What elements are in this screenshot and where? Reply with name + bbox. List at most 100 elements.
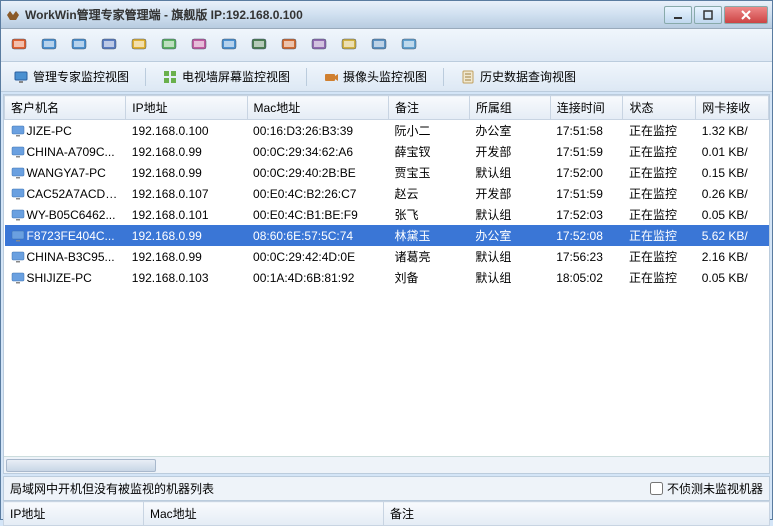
- cell-net: 5.62 KB/: [696, 225, 769, 246]
- scrollbar-thumb[interactable]: [6, 459, 156, 472]
- tab-label: 历史数据查询视图: [480, 68, 576, 85]
- cell-net: 0.05 KB/: [696, 204, 769, 225]
- screenshot-icon[interactable]: [7, 33, 31, 57]
- table-row[interactable]: CHINA-B3C95...192.168.0.9900:0C:29:42:4D…: [5, 246, 769, 267]
- cell-note: 赵云: [389, 183, 470, 204]
- table-row[interactable]: WY-B05C6462...192.168.0.10100:E0:4C:B1:B…: [5, 204, 769, 225]
- horizontal-scrollbar[interactable]: [4, 456, 769, 473]
- cell-group: 办公室: [469, 225, 550, 246]
- unmonitored-label: 局域网中开机但没有被监视的机器列表: [10, 480, 214, 497]
- cell-time: 17:51:58: [550, 120, 623, 142]
- col-time[interactable]: 连接时间: [550, 96, 623, 120]
- window-title: WorkWin管理专家管理端 - 旗舰版 IP:192.168.0.100: [25, 6, 664, 23]
- maximize-button[interactable]: [694, 6, 722, 24]
- cell-mac: 00:0C:29:34:62:A6: [247, 141, 388, 162]
- col-group[interactable]: 所属组: [469, 96, 550, 120]
- report-icon[interactable]: [217, 33, 241, 57]
- tab-label: 电视墙屏幕监控视图: [182, 68, 290, 85]
- cell-ip: 192.168.0.107: [126, 183, 247, 204]
- tab-camera[interactable]: 摄像头监控视图: [317, 66, 433, 87]
- col-ip[interactable]: IP地址: [126, 96, 247, 120]
- cell-group: 办公室: [469, 120, 550, 142]
- separator: [306, 68, 307, 86]
- tab-history[interactable]: 历史数据查询视图: [454, 66, 582, 87]
- view-tabs: 管理专家监控视图 电视墙屏幕监控视图 摄像头监控视图 历史数据查询视图: [1, 62, 772, 92]
- cell-note: 诸葛亮: [389, 246, 470, 267]
- multi-screen-icon[interactable]: [67, 33, 91, 57]
- table-row[interactable]: F8723FE404C...192.168.0.9908:60:6E:57:5C…: [5, 225, 769, 246]
- col-mac[interactable]: Mac地址: [247, 96, 388, 120]
- cell-ip: 192.168.0.99: [126, 141, 247, 162]
- capture-icon[interactable]: [277, 33, 301, 57]
- cell-group: 默认组: [469, 267, 550, 288]
- table-row[interactable]: SHIJIZE-PC192.168.0.10300:1A:4D:6B:81:92…: [5, 267, 769, 288]
- table-row[interactable]: CAC52A7ACD7...192.168.0.10700:E0:4C:B2:2…: [5, 183, 769, 204]
- globe-icon[interactable]: [247, 33, 271, 57]
- cell-note: 张飞: [389, 204, 470, 225]
- cell-net: 0.15 KB/: [696, 162, 769, 183]
- bottom-bar: 局域网中开机但没有被监视的机器列表 不侦测未监视机器: [3, 476, 770, 501]
- main-toolbar: [1, 29, 772, 62]
- table-row[interactable]: WANGYA7-PC192.168.0.9900:0C:29:40:2B:BE贾…: [5, 162, 769, 183]
- cell-name: JIZE-PC: [5, 120, 126, 142]
- checkbox-label: 不侦测未监视机器: [667, 480, 763, 497]
- help-icon[interactable]: [397, 33, 421, 57]
- cell-name: CAC52A7ACD7...: [5, 183, 126, 204]
- cell-net: 0.05 KB/: [696, 267, 769, 288]
- checkbox-input[interactable]: [650, 482, 663, 495]
- cell-name: SHIJIZE-PC: [5, 267, 126, 288]
- no-detect-checkbox[interactable]: 不侦测未监视机器: [650, 480, 763, 497]
- cell-group: 默认组: [469, 162, 550, 183]
- cell-ip: 192.168.0.99: [126, 225, 247, 246]
- cell-net: 2.16 KB/: [696, 246, 769, 267]
- client-table: 客户机名 IP地址 Mac地址 备注 所属组 连接时间 状态 网卡接收 JIZE…: [4, 95, 769, 288]
- bcol-note[interactable]: 备注: [384, 502, 770, 526]
- col-name[interactable]: 客户机名: [5, 96, 126, 120]
- doc-icon[interactable]: [337, 33, 361, 57]
- cell-group: 开发部: [469, 141, 550, 162]
- display-icon[interactable]: [97, 33, 121, 57]
- separator: [145, 68, 146, 86]
- cell-note: 刘备: [389, 267, 470, 288]
- separator: [443, 68, 444, 86]
- minimize-button[interactable]: [664, 6, 692, 24]
- cell-status: 正在监控: [623, 204, 696, 225]
- col-net[interactable]: 网卡接收: [696, 96, 769, 120]
- cell-note: 薛宝钗: [389, 141, 470, 162]
- bottom-panel: 局域网中开机但没有被监视的机器列表 不侦测未监视机器 IP地址 Mac地址 备注: [3, 476, 770, 526]
- window-controls: [664, 6, 768, 24]
- col-status[interactable]: 状态: [623, 96, 696, 120]
- cell-mac: 00:1A:4D:6B:81:92: [247, 267, 388, 288]
- cell-mac: 08:60:6E:57:5C:74: [247, 225, 388, 246]
- close-button[interactable]: [724, 6, 768, 24]
- col-note[interactable]: 备注: [389, 96, 470, 120]
- cell-mac: 00:16:D3:26:B3:39: [247, 120, 388, 142]
- cell-group: 开发部: [469, 183, 550, 204]
- tab-tvwall[interactable]: 电视墙屏幕监控视图: [156, 66, 296, 87]
- monitor-icon[interactable]: [37, 33, 61, 57]
- table-row[interactable]: JIZE-PC192.168.0.10000:16:D3:26:B3:39阮小二…: [5, 120, 769, 142]
- main-panel: 客户机名 IP地址 Mac地址 备注 所属组 连接时间 状态 网卡接收 JIZE…: [3, 94, 770, 474]
- cell-time: 17:52:03: [550, 204, 623, 225]
- cell-mac: 00:E0:4C:B2:26:C7: [247, 183, 388, 204]
- tab-expert-monitor[interactable]: 管理专家监控视图: [7, 66, 135, 87]
- user-icon[interactable]: [367, 33, 391, 57]
- cell-note: 贾宝玉: [389, 162, 470, 183]
- table-row[interactable]: CHINA-A709C...192.168.0.9900:0C:29:34:62…: [5, 141, 769, 162]
- cell-status: 正在监控: [623, 246, 696, 267]
- cell-status: 正在监控: [623, 162, 696, 183]
- cell-mac: 00:E0:4C:B1:BE:F9: [247, 204, 388, 225]
- cell-name: WY-B05C6462...: [5, 204, 126, 225]
- scan-icon[interactable]: [187, 33, 211, 57]
- cell-status: 正在监控: [623, 120, 696, 142]
- camera-icon[interactable]: [307, 33, 331, 57]
- folder-icon[interactable]: [127, 33, 151, 57]
- monitor-icon: [13, 69, 29, 85]
- document-icon: [460, 69, 476, 85]
- cell-status: 正在监控: [623, 141, 696, 162]
- manage-icon[interactable]: [157, 33, 181, 57]
- cell-name: WANGYA7-PC: [5, 162, 126, 183]
- bcol-ip[interactable]: IP地址: [4, 502, 144, 526]
- cell-mac: 00:0C:29:40:2B:BE: [247, 162, 388, 183]
- bcol-mac[interactable]: Mac地址: [144, 502, 384, 526]
